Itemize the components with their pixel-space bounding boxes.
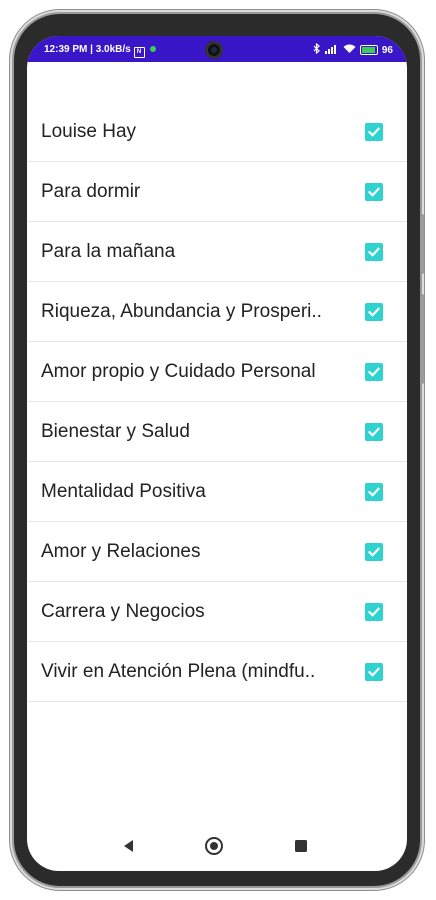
checkmark-icon: [367, 487, 381, 497]
checkmark-icon: [367, 367, 381, 377]
battery-percent: 96: [381, 44, 393, 56]
status-speed: 3.0kB/s: [95, 44, 131, 55]
checkmark-icon: [367, 427, 381, 437]
signal-icon: [324, 44, 339, 57]
category-list: Louise Hay Para dormir Para la mañana Rique…: [27, 102, 407, 702]
checkmark-icon: [367, 607, 381, 617]
camera-icon: [205, 41, 223, 59]
checkbox[interactable]: [365, 183, 383, 201]
checkmark-icon: [367, 307, 381, 317]
list-item[interactable]: Louise Hay: [27, 102, 407, 162]
list-item-label: Riqueza, Abundancia y Prosperi..: [41, 301, 322, 322]
battery-icon: [359, 45, 378, 55]
list-item-label: Mentalidad Positiva: [41, 481, 206, 502]
checkbox[interactable]: [365, 243, 383, 261]
wifi-icon: [343, 44, 356, 57]
list-item[interactable]: Amor propio y Cuidado Personal: [27, 342, 407, 402]
list-item-label: Amor propio y Cuidado Personal: [41, 361, 316, 382]
checkbox[interactable]: [365, 543, 383, 561]
checkmark-icon: [367, 547, 381, 557]
list-item-label: Para dormir: [41, 181, 141, 202]
list-item[interactable]: Carrera y Negocios: [27, 582, 407, 642]
navigation-bar: [27, 831, 407, 861]
battery-fill: [361, 47, 376, 53]
recents-icon[interactable]: [289, 834, 313, 858]
status-bar: 12:39 PM | 3.0kB/s N 96: [27, 36, 407, 62]
notification-dot-icon: [150, 46, 157, 52]
list-item[interactable]: Bienestar y Salud: [27, 402, 407, 462]
back-icon[interactable]: [117, 834, 141, 858]
list-item[interactable]: Mentalidad Positiva: [27, 462, 407, 522]
list-item-label: Vivir en Atención Plena (mindfu..: [41, 661, 316, 682]
checkbox[interactable]: [365, 363, 383, 381]
list-item[interactable]: Para dormir: [27, 162, 407, 222]
checkmark-icon: [367, 127, 381, 137]
power-button: [420, 294, 424, 384]
volume-button: [420, 214, 424, 274]
checkmark-icon: [367, 247, 381, 257]
list-item[interactable]: Amor y Relaciones: [27, 522, 407, 582]
list-item[interactable]: Riqueza, Abundancia y Prosperi..: [27, 282, 407, 342]
screen: 12:39 PM | 3.0kB/s N 96 Louise Hay Para d…: [27, 36, 407, 871]
status-time: 12:39 PM: [44, 44, 88, 55]
list-item-label: Carrera y Negocios: [41, 601, 205, 622]
checkbox[interactable]: [365, 303, 383, 321]
list-item-label: Louise Hay: [41, 121, 137, 142]
checkbox[interactable]: [365, 123, 383, 141]
list-item[interactable]: Vivir en Atención Plena (mindfu..: [27, 642, 407, 702]
list-item-label: Bienestar y Salud: [41, 421, 190, 442]
bluetooth-icon: [313, 42, 321, 57]
checkbox[interactable]: [365, 663, 383, 681]
list-item-label: Amor y Relaciones: [41, 541, 201, 562]
list-item-label: Para la mañana: [41, 241, 176, 262]
checkbox[interactable]: [365, 483, 383, 501]
checkmark-icon: [367, 667, 381, 677]
nfc-icon: N: [133, 47, 145, 58]
checkmark-icon: [367, 187, 381, 197]
home-icon[interactable]: [202, 834, 226, 858]
checkbox[interactable]: [365, 603, 383, 621]
checkbox[interactable]: [365, 423, 383, 441]
list-item[interactable]: Para la mañana: [27, 222, 407, 282]
